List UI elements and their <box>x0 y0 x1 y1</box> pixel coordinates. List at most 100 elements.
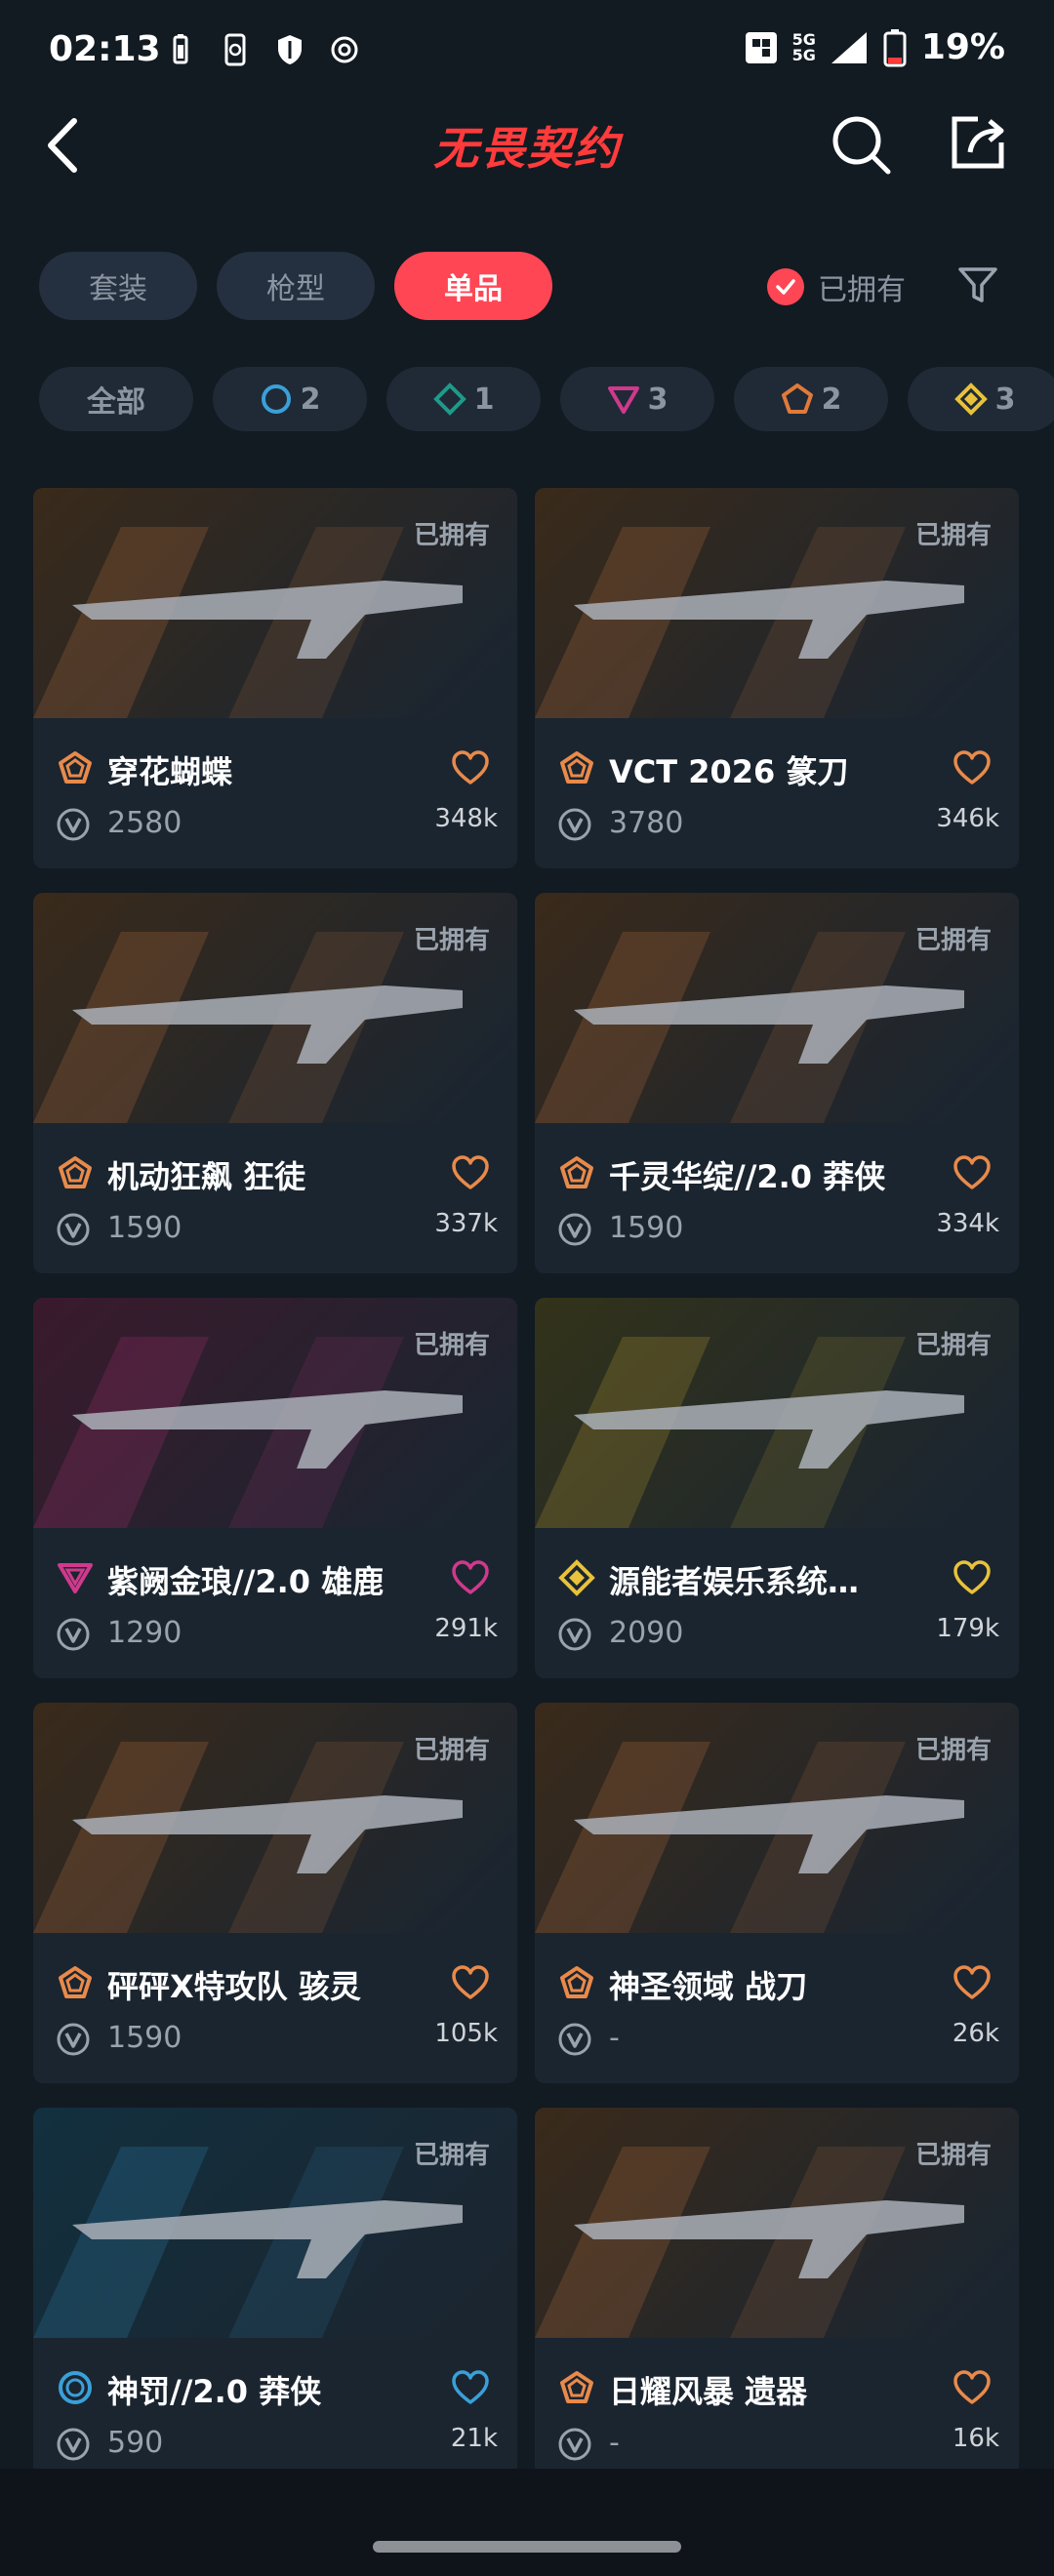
item-card[interactable]: 已拥有 紫阙金琅//2.0 雄鹿 1290 291k <box>33 1298 517 1678</box>
chip-all[interactable]: 全部 <box>39 367 193 431</box>
nfc-icon <box>745 31 777 63</box>
item-name: 神罚//2.0 莽侠 <box>107 2373 322 2410</box>
vp-currency-icon <box>558 1618 591 1651</box>
item-name: 神圣领域 战刀 <box>609 1968 808 2005</box>
item-price: 1590 <box>107 1211 182 1245</box>
app-header: 无畏契约 <box>0 105 1054 187</box>
weapon-image: 已拥有 <box>535 893 1019 1123</box>
weapon-image: 已拥有 <box>33 2108 517 2338</box>
like-count: 26k <box>952 2019 999 2048</box>
premium-tier-icon <box>607 386 639 414</box>
tab-single-items[interactable]: 单品 <box>394 252 552 320</box>
weapon-image: 已拥有 <box>33 893 517 1123</box>
category-tabs: 套装 枪型 单品 <box>39 252 552 320</box>
chip-exclusive[interactable]: 2 <box>734 367 888 431</box>
owned-tag: 已拥有 <box>914 521 992 550</box>
exclusive-tier-icon <box>560 1156 593 1188</box>
vp-currency-icon <box>57 1213 90 1246</box>
rarity-filter-chips: 全部 2 1 3 2 3 <box>39 367 1054 431</box>
item-card[interactable]: 已拥有 砰砰X特攻队 骇灵 1590 105k <box>33 1703 517 2083</box>
item-price: - <box>609 2426 620 2460</box>
favorite-heart-icon[interactable] <box>451 1559 490 1596</box>
battery-icon <box>883 28 907 66</box>
tab-bundles[interactable]: 套装 <box>39 252 197 320</box>
signal-icon <box>831 31 867 63</box>
exclusive-tier-icon <box>59 1156 92 1188</box>
chip-select[interactable]: 2 <box>213 367 367 431</box>
exclusive-tier-icon <box>560 1966 593 1998</box>
item-price: 1290 <box>107 1616 182 1650</box>
ultra-tier-icon <box>953 382 988 416</box>
item-card[interactable]: 已拥有 千灵华绽//2.0 莽侠 1590 334k <box>535 893 1019 1273</box>
premium-tier-icon <box>58 1563 93 1593</box>
like-count: 348k <box>434 804 498 833</box>
like-count: 105k <box>434 2019 498 2048</box>
deluxe-tier-icon <box>432 382 466 416</box>
chip-label: 2 <box>821 382 842 417</box>
weapon-image: 已拥有 <box>33 488 517 718</box>
favorite-heart-icon[interactable] <box>451 749 490 786</box>
favorite-heart-icon[interactable] <box>451 1154 490 1191</box>
exclusive-tier-icon <box>59 751 92 784</box>
vp-currency-icon <box>57 2023 90 2056</box>
item-card[interactable]: 已拥有 VCT 2026 篆刀 3780 346k <box>535 488 1019 868</box>
vp-currency-icon <box>57 2428 90 2461</box>
owned-filter-toggle[interactable]: 已拥有 <box>767 265 906 308</box>
owned-tag: 已拥有 <box>914 2141 992 2170</box>
select-tier-icon <box>59 2371 92 2404</box>
item-price: 2090 <box>609 1616 684 1650</box>
filter-icon[interactable] <box>956 263 999 306</box>
weapon-image: 已拥有 <box>33 1703 517 1933</box>
favorite-heart-icon[interactable] <box>953 1559 992 1596</box>
owned-tag: 已拥有 <box>413 1331 490 1360</box>
item-name: 穿花蝴蝶 <box>107 753 233 790</box>
chip-premium[interactable]: 3 <box>560 367 714 431</box>
owned-tag: 已拥有 <box>914 1736 992 1765</box>
favorite-heart-icon[interactable] <box>953 1964 992 2001</box>
home-indicator[interactable] <box>373 2541 681 2553</box>
shield-icon <box>278 35 302 64</box>
vp-currency-icon <box>57 1618 90 1651</box>
like-count: 334k <box>936 1209 999 1238</box>
owned-tag: 已拥有 <box>413 926 490 955</box>
owned-filter-label: 已拥有 <box>818 273 906 307</box>
item-name: VCT 2026 篆刀 <box>609 753 849 790</box>
favorite-heart-icon[interactable] <box>451 2369 490 2406</box>
search-icon[interactable] <box>830 113 894 178</box>
favorite-heart-icon[interactable] <box>451 1964 490 2001</box>
battery-saver-icon <box>173 34 188 64</box>
owned-tag: 已拥有 <box>413 521 490 550</box>
favorite-heart-icon[interactable] <box>953 2369 992 2406</box>
item-name: 源能者娱乐系统… <box>609 1563 860 1600</box>
item-card[interactable]: 已拥有 源能者娱乐系统… 2090 179k <box>535 1298 1019 1678</box>
chip-ultra[interactable]: 3 <box>908 367 1054 431</box>
item-card[interactable]: 已拥有 机动狂飙 狂徒 1590 337k <box>33 893 517 1273</box>
chip-deluxe[interactable]: 1 <box>386 367 541 431</box>
like-count: 337k <box>434 1209 498 1238</box>
like-count: 291k <box>434 1614 498 1643</box>
tab-weapon-types[interactable]: 枪型 <box>217 252 375 320</box>
item-card[interactable]: 已拥有 神罚//2.0 莽侠 590 21k <box>33 2108 517 2488</box>
share-icon[interactable] <box>949 113 1007 172</box>
chip-label: 3 <box>647 382 669 417</box>
item-card[interactable]: 已拥有 神圣领域 战刀 - 26k <box>535 1703 1019 2083</box>
item-price: 590 <box>107 2426 164 2460</box>
vp-currency-icon <box>558 808 591 841</box>
exclusive-tier-icon <box>59 1966 92 1998</box>
favorite-heart-icon[interactable] <box>953 1154 992 1191</box>
bottom-nav-area <box>0 2469 1054 2576</box>
like-count: 21k <box>450 2424 498 2453</box>
like-count: 16k <box>952 2424 999 2453</box>
item-card[interactable]: 已拥有 日耀风暴 遗器 - 16k <box>535 2108 1019 2488</box>
owned-tag: 已拥有 <box>413 2141 490 2170</box>
like-count: 179k <box>936 1614 999 1643</box>
vp-currency-icon <box>558 1213 591 1246</box>
status-time: 02:13 <box>49 29 161 69</box>
weapon-image: 已拥有 <box>535 1298 1019 1528</box>
item-name: 砰砰X特攻队 骇灵 <box>107 1968 361 2005</box>
item-card[interactable]: 已拥有 穿花蝴蝶 2580 348k <box>33 488 517 868</box>
chip-label: 1 <box>473 382 495 417</box>
weapon-image: 已拥有 <box>535 488 1019 718</box>
owned-tag: 已拥有 <box>914 926 992 955</box>
favorite-heart-icon[interactable] <box>953 749 992 786</box>
